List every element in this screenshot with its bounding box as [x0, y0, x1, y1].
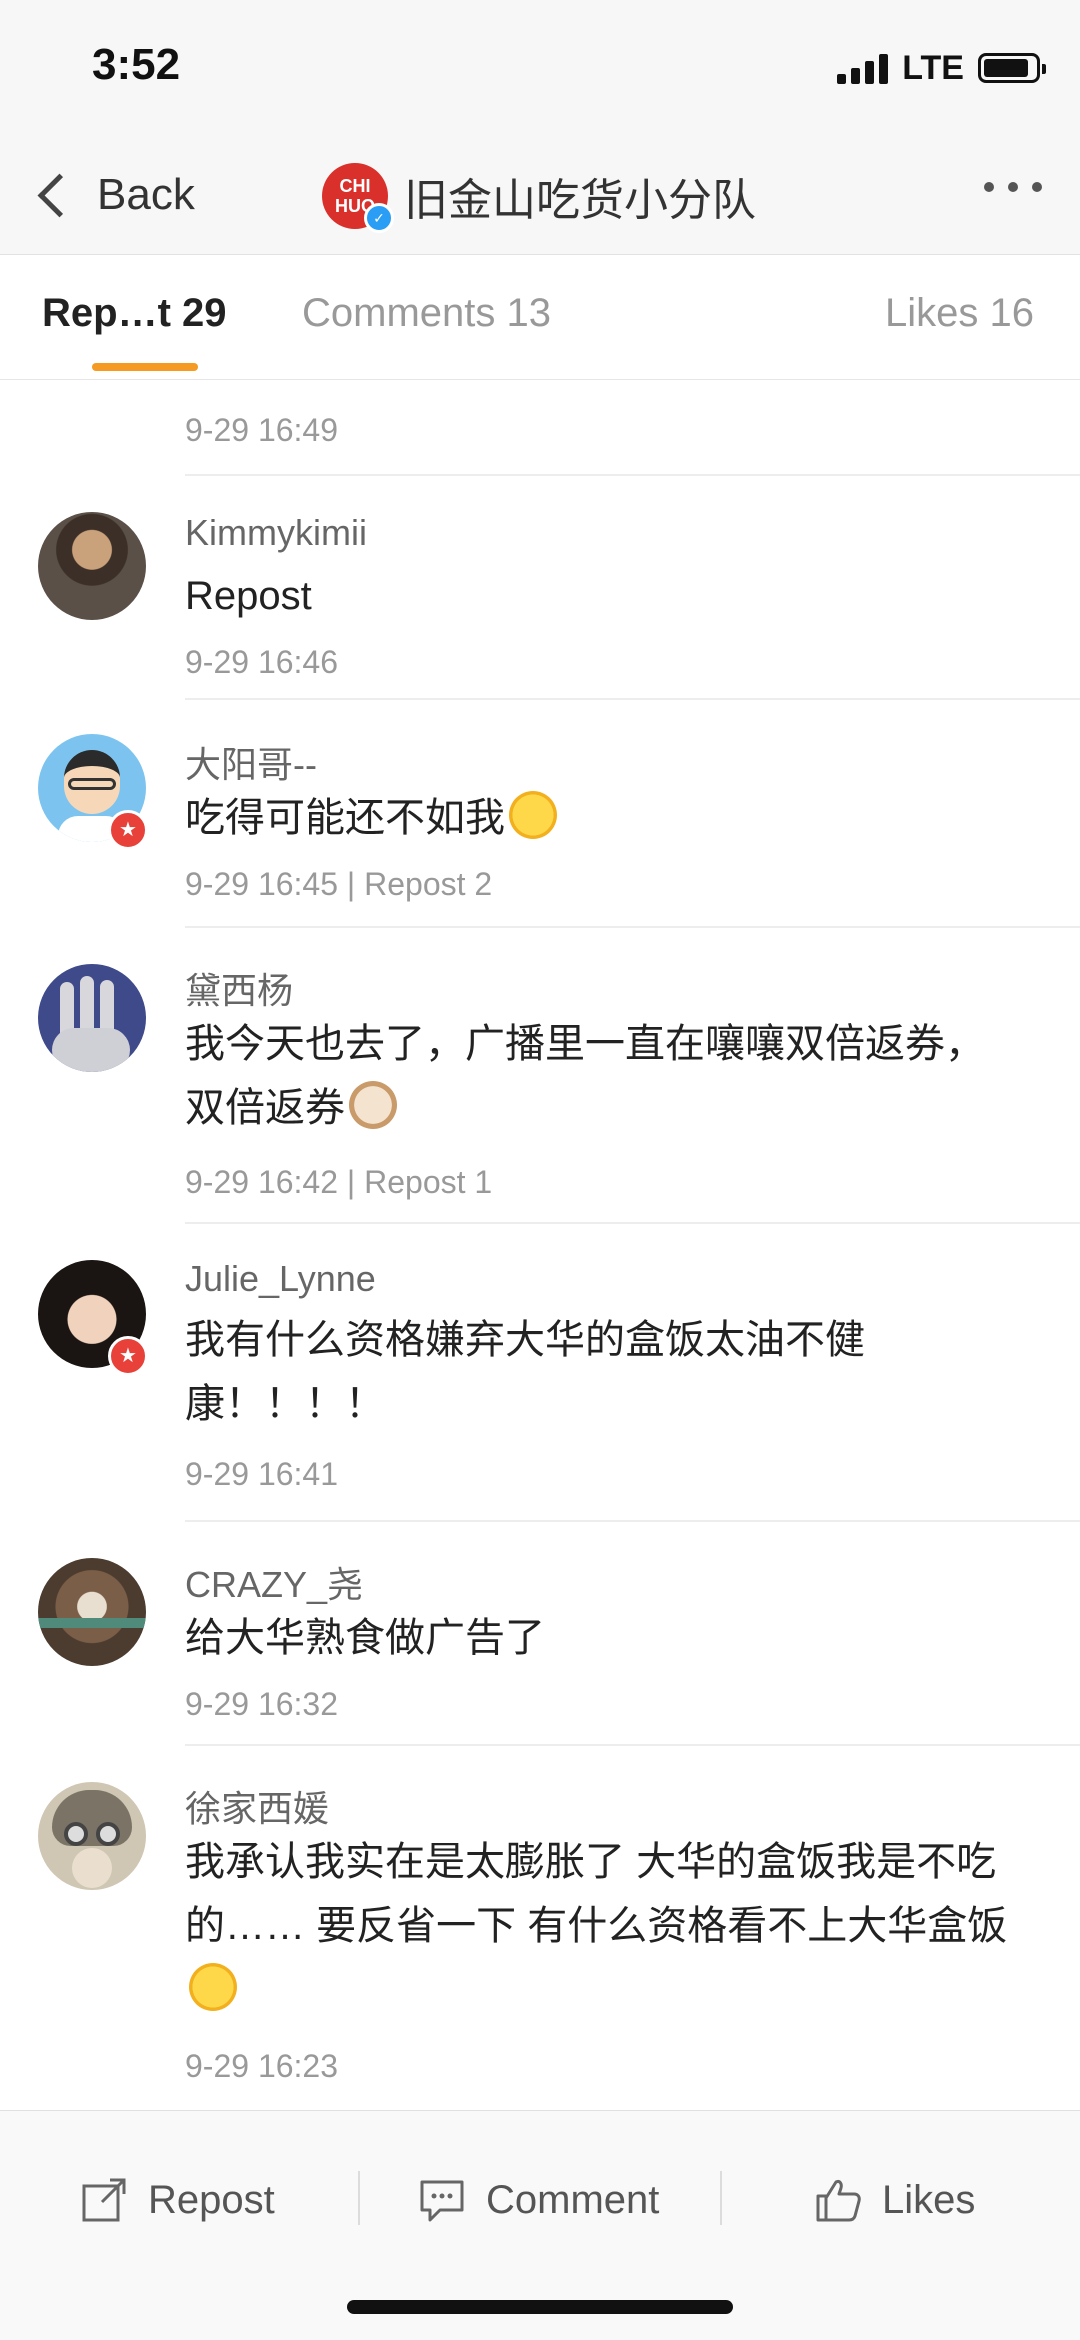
home-indicator[interactable] [347, 2300, 733, 2314]
list-item[interactable]: 黛西杨 我今天也去了，广播里一直在嚷嚷双倍返券，双倍返券 9-29 16:42 … [0, 928, 1080, 1224]
username[interactable]: 徐家西媛 [185, 1780, 329, 1832]
chevron-left-icon [37, 173, 82, 217]
back-button[interactable]: Back [30, 160, 195, 230]
page-title: 旧金山吃货小分队 [404, 176, 756, 225]
tab-bar: Rep…t 29 Comments 13 Likes 16 [0, 255, 1080, 380]
repost-text: 我有什么资格嫌弃大华的盒饭太油不健康！！！！ [185, 1318, 865, 1426]
list-item[interactable]: 徐家西媛 我承认我实在是太膨胀了 大华的盒饭我是不吃的…… 要反省一下 有什么资… [0, 1746, 1080, 2110]
repost-label: Repost [148, 2177, 275, 2222]
status-indicators: LTE [837, 48, 1046, 88]
comment-icon [420, 2180, 464, 2222]
user-avatar[interactable] [38, 1782, 146, 1890]
back-label: Back [97, 170, 195, 219]
repost-meta: 9-29 16:45 | Repost 2 [185, 866, 493, 902]
list-item[interactable]: Kimmykimii Repost 9-29 16:46 [0, 476, 1080, 700]
list-item[interactable]: ★ Julie_Lynne 我有什么资格嫌弃大华的盒饭太油不健康！！！！ 9-2… [0, 1224, 1080, 1522]
verified-badge-icon: ★ [108, 810, 148, 850]
repost-list: 9-29 16:49 Kimmykimii Repost 9-29 16:46 … [0, 380, 1080, 2110]
repost-text-body: 吃得可能还不如我 [185, 796, 505, 840]
status-bar: 3:52 LTE [0, 0, 1080, 140]
repost-button[interactable]: Repost [80, 2157, 275, 2243]
repost-meta: 9-29 16:46 [185, 644, 339, 680]
repost-text: 我今天也去了，广播里一直在嚷嚷双倍返券，双倍返券 [185, 1012, 1010, 1140]
repost-icon [82, 2178, 126, 2222]
network-type: LTE [902, 48, 964, 87]
comment-label: Comment [486, 2177, 660, 2222]
cat-face-emoji-icon [349, 1081, 397, 1129]
repost-text: 我承认我实在是太膨胀了 大华的盒饭我是不吃的…… 要反省一下 有什么资格看不上大… [185, 1830, 1050, 2022]
battery-icon [978, 53, 1046, 83]
tab-likes[interactable]: Likes 16 [885, 291, 1034, 336]
list-item[interactable]: ★ 大阳哥-- 吃得可能还不如我 9-29 16:45 | Repost 2 [0, 700, 1080, 928]
repost-meta: 9-29 16:23 [185, 2048, 339, 2084]
laughing-tears-emoji-icon [509, 791, 557, 839]
likes-label: Likes [882, 2177, 976, 2222]
user-avatar[interactable] [38, 1558, 146, 1666]
list-item[interactable]: 9-29 16:49 [0, 380, 1080, 476]
username[interactable]: CRAZY_尧 [185, 1556, 363, 1608]
list-item[interactable]: CRAZY_尧 给大华熟食做广告了 9-29 16:32 [0, 1522, 1080, 1746]
nav-bar: Back CHI HUO ✓ 旧金山吃货小分队 [0, 140, 1080, 255]
group-avatar: CHI HUO ✓ [322, 163, 394, 233]
like-button[interactable]: Likes [814, 2157, 975, 2243]
rolling-laugh-emoji-icon [189, 1963, 237, 2011]
verified-icon: ✓ [364, 203, 394, 233]
status-time: 3:52 [92, 40, 181, 89]
more-icon[interactable] [984, 182, 1042, 192]
avatar-shirt-print [48, 584, 136, 606]
repost-text-body: 我今天也去了，广播里一直在嚷嚷双倍返券，双倍返券 [185, 1022, 985, 1130]
nav-title[interactable]: CHI HUO ✓ 旧金山吃货小分队 [322, 158, 756, 234]
comment-button[interactable]: Comment [418, 2157, 659, 2243]
user-avatar[interactable] [38, 964, 146, 1072]
divider [358, 2171, 360, 2225]
repost-text: 给大华熟食做广告了 [185, 1616, 545, 1660]
repost-text: Repost [185, 574, 312, 618]
active-tab-indicator [92, 363, 198, 371]
tab-comments[interactable]: Comments 13 [302, 291, 551, 336]
tab-reposts[interactable]: Rep…t 29 [42, 291, 227, 336]
signal-icon [837, 52, 889, 84]
repost-text: 吃得可能还不如我 [185, 786, 1040, 850]
thumbs-up-icon [816, 2180, 861, 2222]
repost-meta: 9-29 16:41 [185, 1456, 339, 1492]
repost-text-body: 我承认我实在是太膨胀了 大华的盒饭我是不吃的…… 要反省一下 有什么资格看不上大… [185, 1840, 1008, 1948]
username[interactable]: Kimmykimii [185, 512, 367, 554]
repost-meta: 9-29 16:42 | Repost 1 [185, 1164, 493, 1200]
username[interactable]: Julie_Lynne [185, 1258, 376, 1300]
user-avatar[interactable] [38, 512, 146, 620]
username[interactable]: 黛西杨 [185, 962, 293, 1014]
repost-meta: 9-29 16:49 [185, 412, 339, 448]
username[interactable]: 大阳哥-- [185, 736, 317, 788]
divider [720, 2171, 722, 2225]
verified-badge-icon: ★ [108, 1336, 148, 1376]
repost-meta: 9-29 16:32 [185, 1686, 339, 1722]
